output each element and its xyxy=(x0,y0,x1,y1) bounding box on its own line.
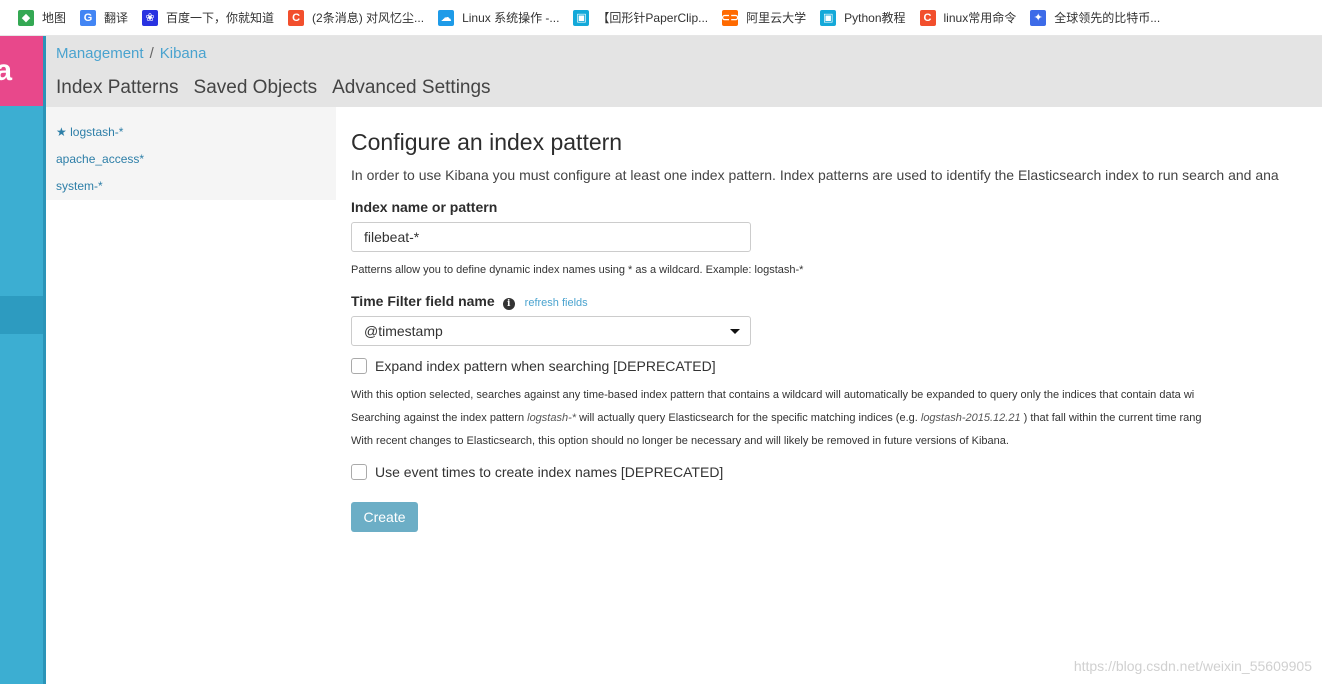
tab-advanced-settings[interactable]: Advanced Settings xyxy=(332,77,490,99)
bookmark-item[interactable]: C (2条消息) 对风忆尘... xyxy=(288,9,424,26)
desc-italic: logstash-* xyxy=(527,412,577,424)
time-field-label: Time Filter field name i refresh fields xyxy=(351,293,588,310)
bookmark-item[interactable]: ❀ 百度一下，你就知道 xyxy=(142,9,274,26)
expand-description-1: With this option selected, searches agai… xyxy=(351,389,1195,401)
bookmark-label: linux常用命令 xyxy=(943,11,1017,25)
bookmark-label: (2条消息) 对风忆尘... xyxy=(312,11,425,25)
bookmark-label: 全球领先的比特币... xyxy=(1054,11,1161,25)
list-item-label: system-* xyxy=(56,179,103,193)
bookmark-item[interactable]: ▣ Python教程 xyxy=(820,9,906,26)
expand-description-2: Searching against the index pattern logs… xyxy=(351,407,1202,430)
breadcrumb: Management / Kibana xyxy=(56,45,206,62)
index-name-input[interactable]: filebeat-* xyxy=(351,222,751,252)
expand-index-label: Expand index pattern when searching [DEP… xyxy=(375,358,716,374)
bookmark-label: 翻译 xyxy=(104,11,129,25)
breadcrumb-kibana[interactable]: Kibana xyxy=(160,45,207,62)
bookmark-item[interactable]: ▣ 【回形针PaperClip... xyxy=(573,9,708,26)
breadcrumb-separator: / xyxy=(149,45,154,62)
baidu-icon: ❀ xyxy=(142,9,159,26)
logo-text: a xyxy=(0,54,12,87)
create-button[interactable]: Create xyxy=(351,502,418,532)
star-icon: ★ xyxy=(56,125,67,139)
bilibili-icon: ▣ xyxy=(820,9,837,26)
checkbox-icon[interactable] xyxy=(351,464,367,480)
desc-italic: logstash-2015.12.21 xyxy=(920,412,1021,424)
management-tabs: Index Patterns Saved Objects Advanced Se… xyxy=(56,77,506,99)
index-name-help: Patterns allow you to define dynamic ind… xyxy=(351,264,804,276)
bookmark-label: Linux 系统操作 -... xyxy=(462,11,560,25)
sidebar-active-item[interactable] xyxy=(0,296,46,334)
time-field-label-text: Time Filter field name xyxy=(351,293,495,309)
list-item-label: logstash-* xyxy=(70,125,124,139)
index-name-label: Index name or pattern xyxy=(351,199,498,215)
caret-down-icon xyxy=(730,329,740,334)
expand-index-checkbox[interactable]: Expand index pattern when searching [DEP… xyxy=(351,358,716,374)
bookmark-item[interactable]: G 翻译 xyxy=(80,9,128,26)
desc-text: ) that fall within the current time rang xyxy=(1020,412,1202,424)
bookmark-label: Python教程 xyxy=(844,11,906,25)
list-item[interactable]: system-* xyxy=(56,179,103,193)
bookmark-label: 百度一下，你就知道 xyxy=(166,11,275,25)
bookmarks-bar: ◆ 地图 G 翻译 ❀ 百度一下，你就知道 C (2条消息) 对风忆尘... ☁ Linux 系统… xyxy=(0,0,1322,36)
list-item-label: apache_access* xyxy=(56,152,145,166)
bookmark-item[interactable]: ✦ 全球领先的比特币... xyxy=(1030,9,1160,26)
watermark: https://blog.csdn.net/weixin_55609905 xyxy=(1073,658,1312,674)
event-times-label: Use event times to create index names [D… xyxy=(375,464,724,480)
translate-icon: G xyxy=(80,9,97,26)
csdn-icon: C xyxy=(919,9,936,26)
desc-text: will actually query Elasticsearch for th… xyxy=(576,412,921,424)
refresh-fields-link[interactable]: refresh fields xyxy=(525,297,588,309)
index-pattern-list: ★ logstash-* apache_access* system-* xyxy=(46,107,336,200)
bookmark-item[interactable]: Clinux常用命令 xyxy=(919,9,1017,26)
bookmark-label: 地图 xyxy=(42,11,67,25)
breadcrumb-management[interactable]: Management xyxy=(56,45,144,62)
csdn-icon: C xyxy=(288,9,305,26)
checkbox-icon[interactable] xyxy=(351,358,367,374)
management-header: Management / Kibana Index Patterns Saved O… xyxy=(46,36,1322,107)
bookmark-item[interactable]: ☁ Linux 系统操作 -... xyxy=(438,9,559,26)
tab-saved-objects[interactable]: Saved Objects xyxy=(194,77,318,99)
bookmark-label: 【回形针PaperClip... xyxy=(597,11,709,25)
intro-text: In order to use Kibana you must configur… xyxy=(351,167,1279,183)
time-field-value: @timestamp xyxy=(364,323,443,339)
expand-description-3: With recent changes to Elasticsearch, th… xyxy=(351,435,1009,447)
time-field-select[interactable]: @timestamp xyxy=(351,316,751,346)
cloud-icon: ☁ xyxy=(438,9,455,26)
bilibili-icon: ▣ xyxy=(573,9,590,26)
aliyun-icon: ⊂⊃ xyxy=(721,9,739,26)
gem-icon: ✦ xyxy=(1030,9,1047,26)
bookmark-item[interactable]: ⊂⊃ 阿里云大学 xyxy=(721,9,807,26)
page-title: Configure an index pattern xyxy=(351,129,623,155)
kibana-sidebar: a xyxy=(0,36,46,684)
tab-index-patterns[interactable]: Index Patterns xyxy=(56,77,179,99)
info-icon[interactable]: i xyxy=(502,298,515,310)
list-item[interactable]: ★ logstash-* xyxy=(56,125,123,139)
kibana-logo[interactable]: a xyxy=(0,36,46,106)
desc-text: Searching against the index pattern xyxy=(351,412,528,424)
event-times-checkbox[interactable]: Use event times to create index names [D… xyxy=(351,464,723,480)
list-item[interactable]: apache_access* xyxy=(56,152,144,166)
bookmark-label: 阿里云大学 xyxy=(746,11,807,25)
maps-icon: ◆ xyxy=(18,9,34,26)
index-name-value: filebeat-* xyxy=(364,229,420,245)
bookmark-item[interactable]: ◆ 地图 xyxy=(18,9,66,26)
